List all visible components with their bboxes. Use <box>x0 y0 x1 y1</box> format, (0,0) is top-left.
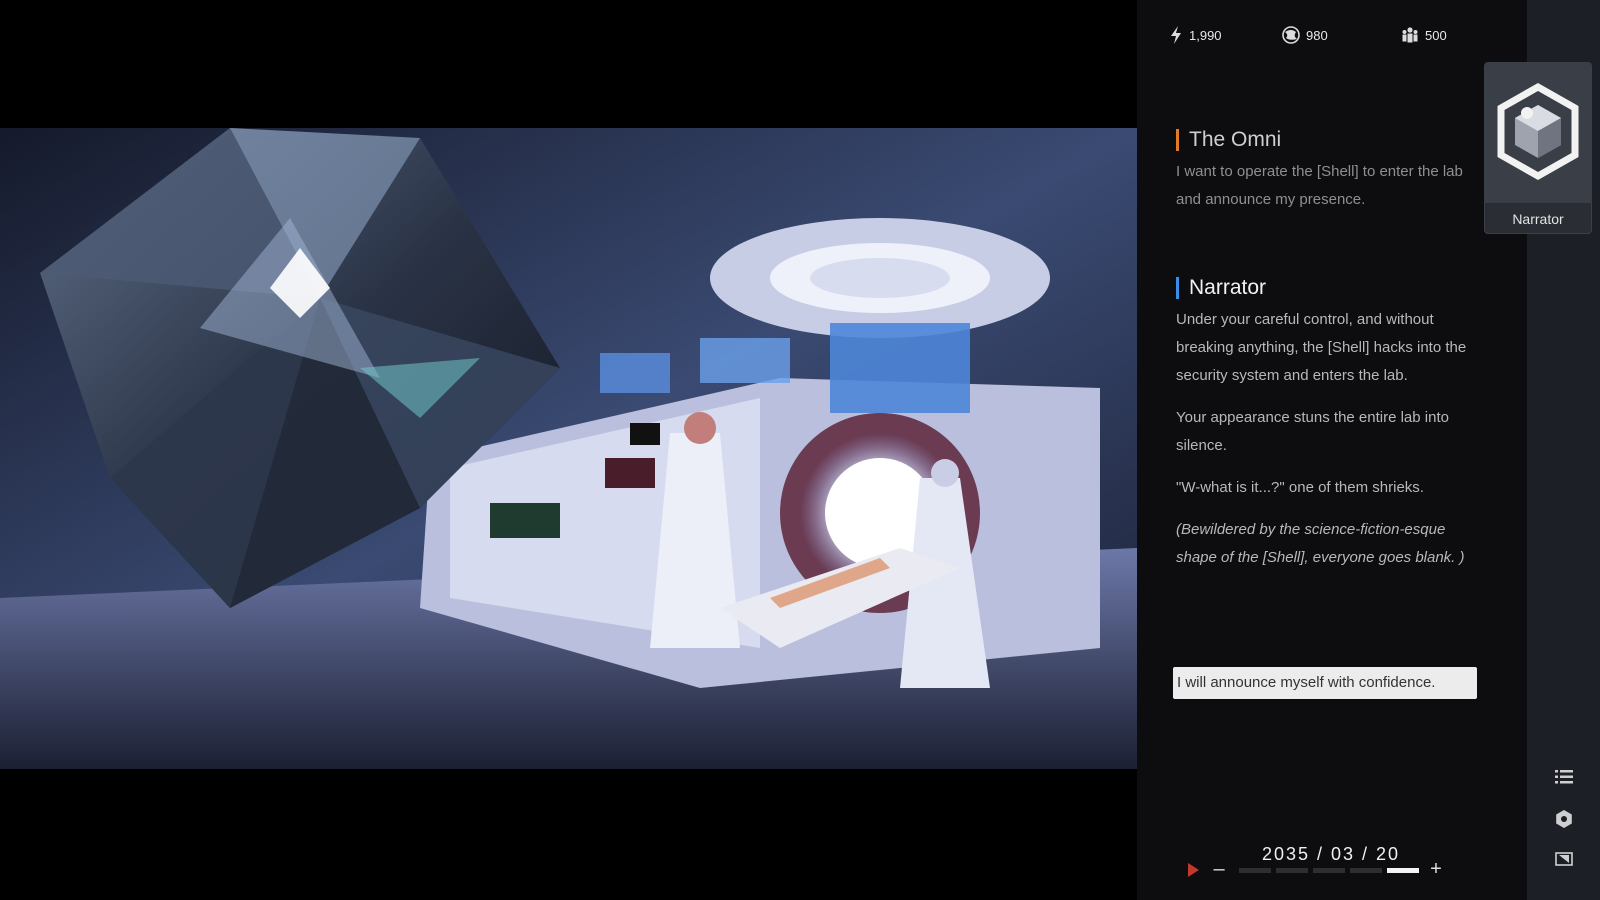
energy-value: 1,990 <box>1189 27 1222 43</box>
minus-icon[interactable]: – <box>1211 859 1227 879</box>
narrator-portrait-card[interactable]: Narrator <box>1484 62 1592 234</box>
resource-globe: 980 <box>1282 26 1328 44</box>
scene-artwork <box>0 128 1137 769</box>
people-value: 500 <box>1425 27 1447 43</box>
timeline-segment-active[interactable] <box>1387 868 1419 873</box>
timeline-segment[interactable] <box>1239 868 1271 873</box>
dialogue-line: (Bewildered by the science-fiction-esque… <box>1176 521 1465 566</box>
energy-bolt-icon <box>1169 26 1183 44</box>
timeline-segment[interactable] <box>1313 868 1345 873</box>
hexagon-cube-emblem-icon <box>1485 63 1591 203</box>
timeline-date: 2035 / 03 / 20 <box>1261 844 1401 864</box>
timeline-segment[interactable] <box>1276 868 1308 873</box>
skip-icon[interactable] <box>1555 850 1573 868</box>
speaker-accent-bar <box>1176 129 1179 151</box>
people-icon <box>1401 26 1419 44</box>
list-icon[interactable] <box>1555 768 1573 786</box>
resource-bar: 1,990 980 500 <box>1137 26 1527 50</box>
speaker-header: The Omni <box>1176 128 1486 152</box>
story-panel: 1,990 980 500 The Omni I want to operate… <box>1137 0 1527 900</box>
scene-viewport <box>0 0 1137 900</box>
portrait-label: Narrator <box>1512 211 1564 227</box>
dialogue-line: "W-what is it...?" one of them shrieks. <box>1176 479 1424 496</box>
dialogue-line: Your appearance stuns the entire lab int… <box>1176 409 1449 454</box>
timeline-control: 2035 / 03 / 20 – + <box>1137 836 1527 896</box>
speaker-name: The Omni <box>1189 128 1282 151</box>
lab-illustration <box>0 128 1137 769</box>
resource-energy: 1,990 <box>1169 26 1222 44</box>
play-icon[interactable] <box>1185 862 1201 878</box>
speaker-accent-bar <box>1176 277 1179 299</box>
resource-people: 500 <box>1401 26 1447 44</box>
speaker-name: Narrator <box>1189 276 1267 299</box>
settings-icon[interactable] <box>1555 810 1573 828</box>
choice-button[interactable]: I will announce myself with confidence. <box>1173 667 1477 699</box>
globe-icon <box>1282 26 1300 44</box>
dialogue-line: I want to operate the [Shell] to enter t… <box>1176 163 1463 208</box>
speaker-header: Narrator <box>1176 276 1486 300</box>
timeline-segment[interactable] <box>1350 868 1382 873</box>
dialogue-line: Under your careful control, and without … <box>1176 311 1467 384</box>
plus-icon[interactable]: + <box>1428 859 1444 879</box>
globe-value: 980 <box>1306 27 1328 43</box>
dialogue-narrator: Narrator Under your careful control, and… <box>1176 276 1486 586</box>
dialogue-omni: The Omni I want to operate the [Shell] t… <box>1176 128 1486 228</box>
